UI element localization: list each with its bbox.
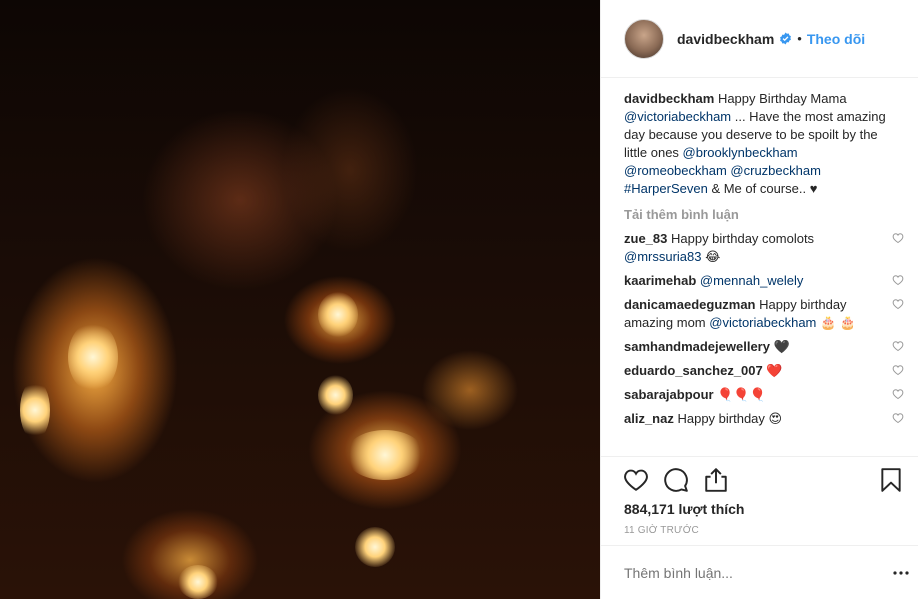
action-bar xyxy=(623,467,901,493)
post-side-panel: davidbeckham • Theo dõi davidbeckham Hap… xyxy=(600,0,918,599)
caption-text: & Me of course.. ♥ xyxy=(707,181,818,196)
post-photo[interactable] xyxy=(0,0,600,599)
heart-icon[interactable] xyxy=(892,340,904,352)
comment-item: eduardo_sanchez_007 ❤️ xyxy=(624,362,904,380)
add-comment-input[interactable] xyxy=(624,565,864,581)
comment-username[interactable]: zue_83 xyxy=(624,231,667,246)
candle-flame xyxy=(20,380,50,440)
heart-icon[interactable] xyxy=(623,467,649,493)
comment-text: Happy birthday xyxy=(673,411,769,426)
comment-username[interactable]: eduardo_sanchez_007 xyxy=(624,363,763,378)
comment-icon[interactable] xyxy=(663,467,689,493)
heart-icon[interactable] xyxy=(892,388,904,400)
caption-hashtag[interactable]: #HarperSeven xyxy=(624,181,708,196)
comment-item: zue_83 Happy birthday comolots @mrssuria… xyxy=(624,230,904,266)
comment-emoji: 😍 xyxy=(768,411,783,426)
comment-emoji: 🎂 🎂 xyxy=(820,315,856,330)
comment-text: Happy birthday comolots xyxy=(667,231,815,246)
caption-mention[interactable]: @romeobeckham xyxy=(624,163,727,178)
follow-button[interactable]: Theo dõi xyxy=(807,31,865,47)
post-header: davidbeckham • Theo dõi xyxy=(601,0,918,78)
comment-username[interactable]: samhandmadejewellery xyxy=(624,339,770,354)
load-more-comments-button[interactable]: Tải thêm bình luận xyxy=(624,207,899,222)
comment-username[interactable]: kaarimehab xyxy=(624,273,696,288)
share-icon[interactable] xyxy=(703,467,729,493)
author-username[interactable]: davidbeckham xyxy=(677,31,774,47)
candle-flame xyxy=(355,527,395,567)
heart-icon[interactable] xyxy=(892,274,904,286)
comment-mention[interactable]: @victoriabeckham xyxy=(709,315,816,330)
candle-flame xyxy=(318,375,353,415)
bookmark-icon[interactable] xyxy=(878,467,904,493)
candle-flame xyxy=(345,430,425,480)
more-options-icon[interactable] xyxy=(893,566,909,580)
candle-flame xyxy=(68,322,118,392)
avatar[interactable] xyxy=(624,18,664,59)
divider xyxy=(601,456,918,457)
candle-flame xyxy=(318,292,358,337)
heart-icon[interactable] xyxy=(892,232,904,244)
divider xyxy=(601,545,918,546)
candle-flame xyxy=(178,565,218,599)
heart-icon[interactable] xyxy=(892,412,904,424)
comment-item: kaarimehab @mennah_welely xyxy=(624,272,904,290)
separator-dot: • xyxy=(797,31,802,46)
caption-username[interactable]: davidbeckham xyxy=(624,91,714,106)
comment-item: danicamaedeguzman Happy birthday amazing… xyxy=(624,296,904,332)
caption-mention[interactable]: @cruzbeckham xyxy=(730,163,821,178)
comments-list: davidbeckham Happy Birthday Mama @victor… xyxy=(624,90,904,428)
comment-mention[interactable]: @mennah_welely xyxy=(700,273,804,288)
comment-item: aliz_naz Happy birthday 😍 xyxy=(624,410,904,428)
comment-item: samhandmadejewellery 🖤 xyxy=(624,338,904,356)
comment-username[interactable]: sabarajabpour xyxy=(624,387,714,402)
verified-badge-icon xyxy=(780,32,792,45)
post-timestamp[interactable]: 11 GIỜ TRƯỚC xyxy=(624,525,699,536)
comment-mention[interactable]: @mrssuria83 xyxy=(624,249,702,264)
comment-username[interactable]: aliz_naz xyxy=(624,411,674,426)
heart-icon[interactable] xyxy=(892,298,904,310)
comment-emoji: ❤️ xyxy=(766,363,783,378)
post-caption: davidbeckham Happy Birthday Mama @victor… xyxy=(624,90,899,198)
likes-count[interactable]: 884,171 lượt thích xyxy=(624,501,744,517)
comment-emoji: 🖤 xyxy=(773,339,790,354)
comment-emoji: 😂 xyxy=(705,249,721,264)
comment-username[interactable]: danicamaedeguzman xyxy=(624,297,756,312)
comment-item: sabarajabpour 🎈🎈🎈 xyxy=(624,386,904,404)
caption-mention[interactable]: @victoriabeckham xyxy=(624,109,731,124)
caption-text: Happy Birthday Mama xyxy=(714,91,847,106)
comment-emoji: 🎈🎈🎈 xyxy=(717,387,766,402)
caption-mention[interactable]: @brooklynbeckham xyxy=(683,145,798,160)
heart-icon[interactable] xyxy=(892,364,904,376)
